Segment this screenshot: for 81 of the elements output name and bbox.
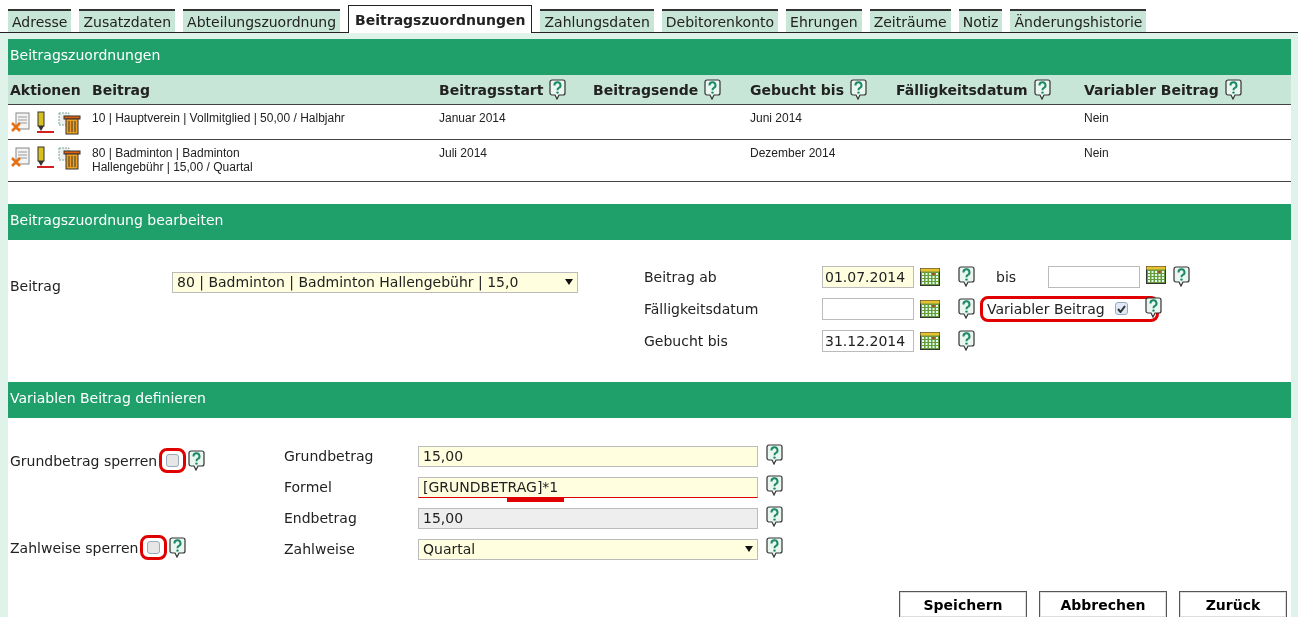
table-cell: Nein [1082,140,1291,182]
column-header: Fälligkeitsdatum [896,81,1028,98]
tab[interactable]: Ehrungen [786,9,862,32]
table-cell: Juni 2014 [748,105,894,140]
trash-icon[interactable] [58,146,82,170]
help-icon[interactable] [766,537,783,558]
field-label: Grundbetrag sperren [10,452,158,469]
checkbox[interactable] [147,541,161,554]
trash-icon[interactable] [58,111,82,135]
help-icon[interactable] [849,79,867,100]
field-label: Beitrag [10,277,62,294]
date-field[interactable]: 31.12.2014 [822,329,914,352]
checkbox[interactable] [166,454,180,467]
action-button[interactable]: Zurück [1179,591,1287,617]
help-icon[interactable] [549,79,567,100]
field-label: Fälligkeitsdatum [644,300,760,317]
field-label: bis [995,268,1018,285]
help-icon[interactable] [958,266,975,288]
help-icon[interactable] [169,537,187,558]
table-cell: Juli 2014 [437,140,591,182]
caret-icon [745,546,753,552]
tab[interactable]: Änderungshistorie [1010,9,1147,32]
help-icon[interactable] [958,298,975,320]
help-icon[interactable] [1173,266,1190,288]
column-header: Variabler Beitrag [1084,81,1219,98]
help-icon[interactable] [704,79,722,100]
action-button[interactable]: Abbrechen [1039,591,1167,617]
field-label: Zahlweise sperren [10,539,139,556]
help-icon[interactable] [1224,79,1242,100]
date-field[interactable] [1048,265,1140,288]
tab[interactable]: Beitragszuordnungen [348,5,533,33]
tab[interactable]: Adresse [8,9,72,32]
select-field[interactable]: 80 | Badminton | Badminton Hallengebühr | 15,0 [172,271,578,293]
help-icon[interactable] [766,506,783,527]
field-label: Zahlweise [284,541,356,557]
caret-icon [565,279,573,286]
date-field[interactable]: 01.07.2014 [822,265,914,288]
field-label: Endbetrag [284,510,358,526]
field-label: Gebucht bis [644,332,729,349]
tab[interactable]: Debitorenkonto [661,9,779,32]
field-label: Grundbetrag [284,448,375,464]
input-field[interactable]: 15,00 [418,445,758,467]
table-cell: 80 | Badminton | Badminton Hallengebühr | 15,00 / Quartal [90,140,437,182]
help-icon[interactable] [188,450,206,471]
tab[interactable]: Zusatzdaten [79,9,176,32]
field-label: Formel [284,479,333,495]
field-label: Variabler Beitrag [987,300,1105,317]
date-field[interactable] [822,297,914,320]
help-icon[interactable] [766,475,783,496]
help-icon[interactable] [1144,296,1162,318]
tab[interactable]: Zeiträume [869,9,951,32]
calendar-icon[interactable] [920,331,940,350]
tab[interactable]: Notiz [958,9,1003,32]
column-header: Gebucht bis [750,81,844,98]
input-field[interactable]: 15,00 [418,507,758,529]
table-cell: Januar 2014 [437,105,591,140]
calendar-icon[interactable] [920,267,940,286]
help-icon[interactable] [766,444,783,465]
table-cell: Nein [1082,105,1291,140]
column-header: Aktionen [10,81,81,98]
action-button[interactable]: Speichern [899,591,1027,617]
select-field[interactable]: Quartal [418,538,758,560]
section-header: Beitragszuordnungen [8,39,1291,75]
calendar-icon[interactable] [920,299,940,318]
pencil-icon[interactable] [34,146,56,168]
calendar-icon[interactable] [1146,266,1166,285]
section-header: Variablen Beitrag definieren [8,382,1291,418]
help-icon[interactable] [958,330,975,352]
help-icon[interactable] [1033,79,1051,100]
section-header: Beitragszuordnung bearbeiten [8,203,1291,240]
table-cell: Dezember 2014 [748,140,894,182]
field-label: Beitrag ab [644,268,718,285]
underline-mark [506,498,565,502]
column-header: Beitrag [92,81,151,98]
tab[interactable]: Zahlungsdaten [540,9,654,32]
tab[interactable]: Abteilungszuordnung [183,9,341,32]
checkbox[interactable] [1114,302,1128,316]
table-cell: 10 | Hauptverein | Vollmitglied | 50,00 / Halbjahr [90,105,437,140]
column-header: Beitragsende [593,81,699,98]
column-header: Beitragsstart [439,81,544,98]
pencil-icon[interactable] [34,111,56,133]
